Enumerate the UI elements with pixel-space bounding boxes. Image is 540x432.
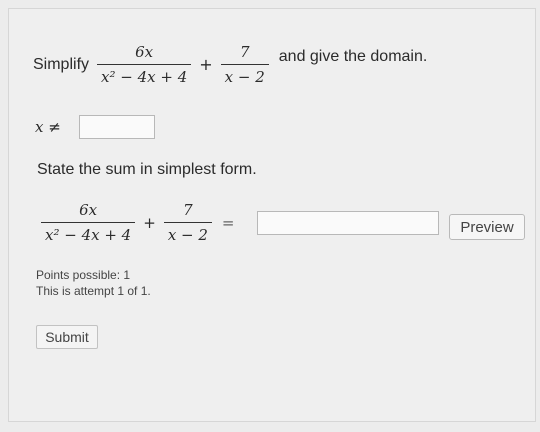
sum-fraction-1: 6x x² − 4x + 4 bbox=[41, 201, 136, 245]
answer-input[interactable] bbox=[256, 210, 439, 235]
question-fraction-1: 6x x² − 4x + 4 bbox=[97, 43, 192, 87]
fraction-numerator: 6x bbox=[135, 43, 154, 61]
fraction-numerator: 7 bbox=[183, 201, 193, 219]
question-suffix: and give the domain. bbox=[278, 47, 428, 65]
plus-sign: + bbox=[199, 55, 213, 75]
fraction-numerator: 7 bbox=[239, 43, 250, 61]
sum-prompt: State the sum in simplest form. bbox=[37, 161, 257, 178]
points-possible: Points possible: 1 bbox=[36, 268, 131, 282]
sum-fraction-2: 7 x − 2 bbox=[163, 201, 212, 245]
fraction-denominator: x − 2 bbox=[224, 68, 265, 87]
question-fraction-2: 7 x − 2 bbox=[220, 43, 269, 87]
fraction-denominator: x − 2 bbox=[167, 226, 208, 245]
fraction-numerator: 6x bbox=[79, 201, 98, 219]
domain-input[interactable] bbox=[78, 115, 155, 139]
domain-row: x ≠ bbox=[35, 115, 155, 139]
question-panel: Simplify 6x x² − 4x + 4 + 7 x − 2 and gi… bbox=[8, 8, 536, 422]
attempt-count: This is attempt 1 of 1. bbox=[36, 284, 151, 298]
equals-sign: = bbox=[221, 213, 235, 232]
domain-label: x ≠ bbox=[35, 118, 61, 136]
fraction-denominator: x² − 4x + 4 bbox=[45, 226, 132, 245]
plus-sign: + bbox=[143, 213, 156, 232]
simplify-label: Simplify bbox=[33, 55, 90, 73]
fraction-denominator: x² − 4x + 4 bbox=[101, 68, 188, 87]
submit-button[interactable]: Submit bbox=[36, 325, 98, 349]
attempt-info: Points possible: 1 This is attempt 1 of … bbox=[36, 267, 151, 299]
preview-button[interactable]: Preview bbox=[449, 214, 525, 240]
sum-equation: 6x x² − 4x + 4 + 7 x − 2 = bbox=[41, 201, 439, 244]
question-statement: Simplify 6x x² − 4x + 4 + 7 x − 2 and gi… bbox=[33, 43, 427, 86]
